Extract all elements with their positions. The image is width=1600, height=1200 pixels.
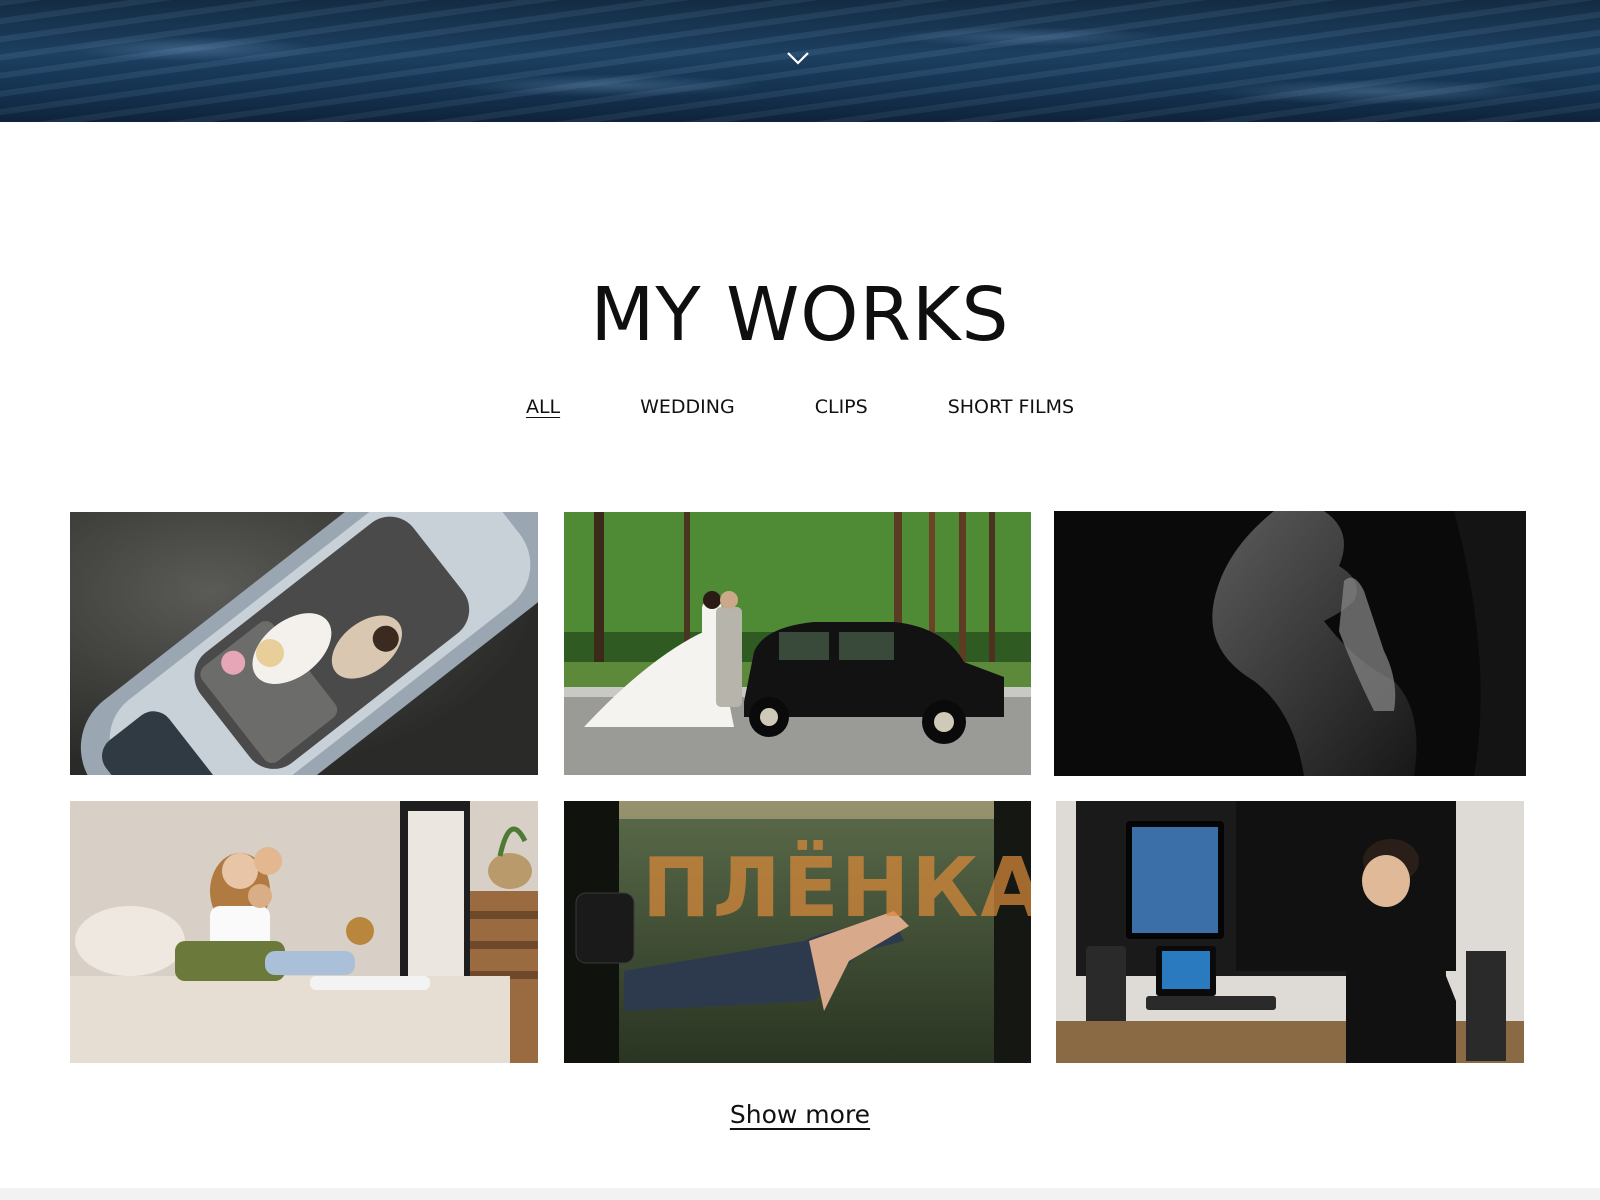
work-thumbnail-wedding-car[interactable] xyxy=(564,512,1031,775)
editor-image xyxy=(1056,801,1524,1063)
filter-tabs: ALL WEDDING CLIPS SHORT FILMS xyxy=(0,396,1600,418)
show-more-link[interactable]: Show more xyxy=(730,1100,870,1129)
work-thumbnail-silhouette[interactable] xyxy=(1054,511,1526,776)
wedding-car-image xyxy=(564,512,1031,775)
filter-all[interactable]: ALL xyxy=(526,396,560,418)
chevron-down-icon[interactable] xyxy=(786,50,810,66)
family-image xyxy=(70,801,538,1063)
plenka-title-text: ПЛЁНКА xyxy=(642,841,1031,936)
hero-banner xyxy=(0,0,1600,122)
convertible-image xyxy=(70,512,538,775)
filter-wedding[interactable]: WEDDING xyxy=(640,396,735,418)
work-thumbnail-plenka[interactable]: ПЛЁНКА xyxy=(564,801,1031,1063)
filter-short-films[interactable]: SHORT FILMS xyxy=(948,396,1074,418)
silhouette-image xyxy=(1054,511,1526,776)
footer-strip xyxy=(0,1188,1600,1200)
section-title: MY WORKS xyxy=(590,272,1010,358)
work-thumbnail-family[interactable] xyxy=(70,801,538,1063)
work-thumbnail-convertible[interactable] xyxy=(70,512,538,775)
work-thumbnail-editor[interactable] xyxy=(1056,801,1524,1063)
filter-clips[interactable]: CLIPS xyxy=(815,396,868,418)
show-more-container: Show more xyxy=(0,1100,1600,1129)
